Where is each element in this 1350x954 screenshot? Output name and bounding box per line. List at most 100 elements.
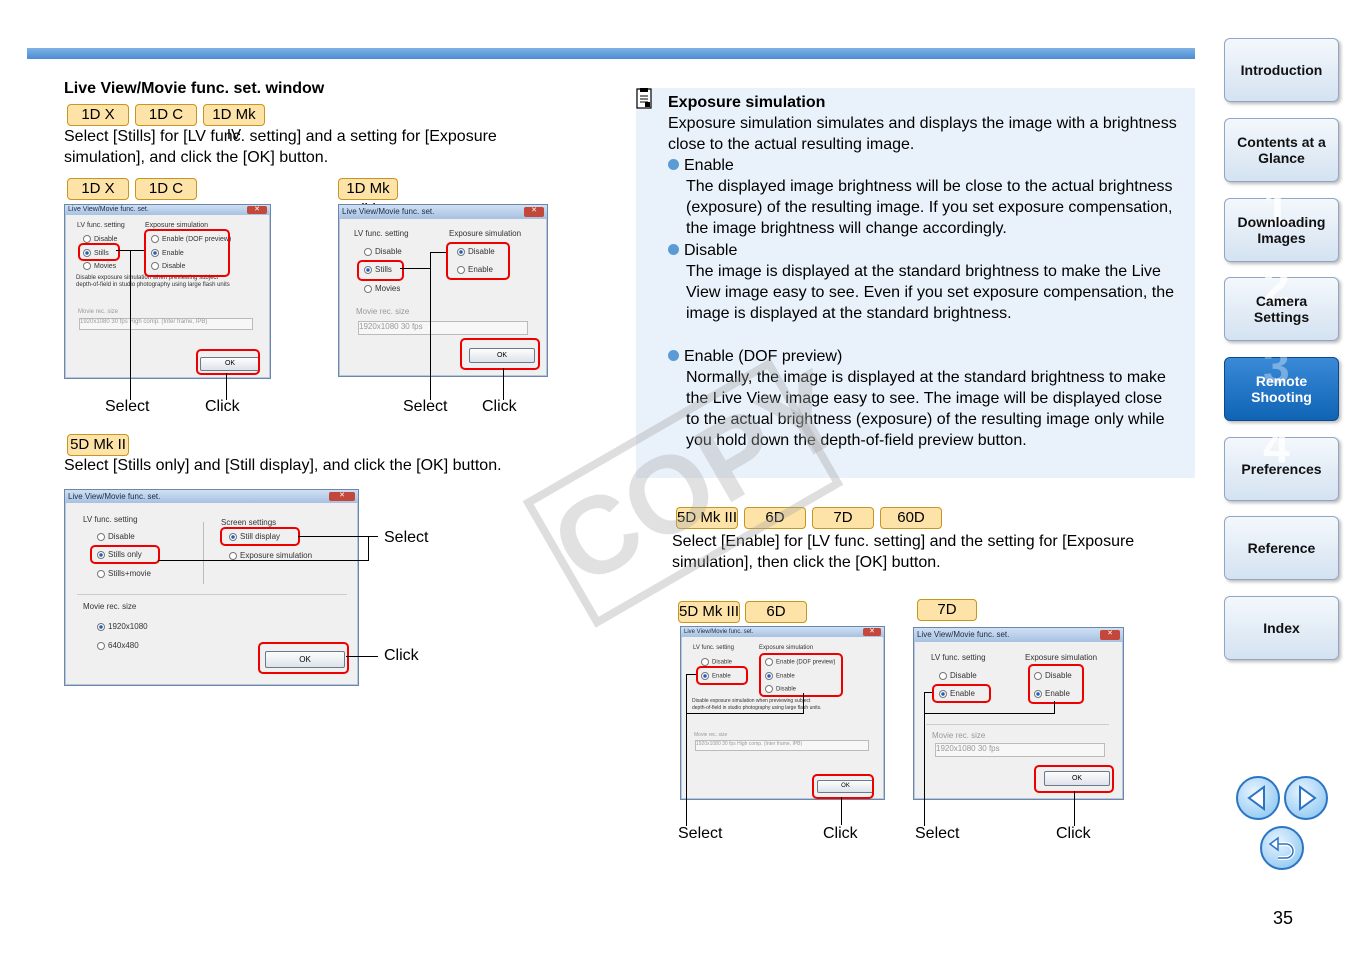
lv-label: LV func. setting [693, 645, 734, 651]
note-item-head: Enable (DOF preview) [668, 346, 842, 367]
leader-line [130, 250, 144, 251]
radio-movies[interactable]: Movies [83, 262, 116, 270]
close-icon[interactable]: ✕ [329, 492, 355, 501]
fig-a-badge-1dx: 1D X [67, 178, 129, 200]
highlight-exposure [144, 229, 230, 277]
caption-click: Click [205, 398, 240, 415]
close-icon[interactable]: ✕ [1100, 630, 1120, 640]
divider [926, 724, 1109, 725]
dialog-title: Live View/Movie func. set. [914, 628, 1123, 642]
dialog-title: Live View/Movie func. set. [65, 205, 270, 215]
instruction-text-2: Select [Stills only] and [Still display]… [64, 457, 502, 474]
movie-label: Movie rec. size [83, 602, 137, 611]
highlight-exposure [446, 242, 510, 280]
radio-disable[interactable]: Disable [701, 658, 732, 666]
leader-line [116, 250, 130, 251]
close-icon[interactable]: ✕ [247, 206, 267, 214]
return-button[interactable] [1260, 826, 1304, 870]
lv-label: LV func. setting [931, 653, 986, 662]
leader-line [226, 373, 227, 400]
movie-label: Movie rec. size [78, 309, 119, 315]
leader-line [298, 536, 378, 537]
nav-preferences[interactable]: 4 Preferences [1224, 421, 1339, 501]
highlight-ok [1034, 765, 1114, 793]
nav-downloading[interactable]: 1 Downloading Images [1224, 185, 1339, 262]
note-item-head: Disable [668, 240, 737, 261]
radio-disable[interactable]: Disable [83, 235, 117, 243]
highlight-stills [357, 260, 404, 281]
leader-line [1074, 791, 1075, 826]
radio-stills-movie[interactable]: Stills+movie [97, 569, 151, 578]
radio-640[interactable]: 640x480 [97, 641, 139, 650]
arrow-left-icon [1247, 785, 1265, 811]
nav-index[interactable]: Index [1224, 596, 1339, 660]
leader-line [400, 268, 430, 269]
exp-label: Exposure simulation [1025, 653, 1098, 662]
nav-reference[interactable]: Reference [1224, 516, 1339, 580]
exp-label: Exposure simulation [759, 645, 814, 651]
radio-1920[interactable]: 1920x1080 [97, 622, 148, 631]
chapter-number: 4 [1263, 421, 1290, 474]
movie-select[interactable]: 1920x1080 30 fps High comp. (Inter frame… [695, 740, 869, 751]
radio-disable[interactable]: Disable [364, 247, 402, 256]
highlight-enable [932, 684, 991, 703]
model-badge-1dc: 1D C [135, 104, 197, 126]
movie-label: Movie rec. size [694, 732, 728, 738]
divider [77, 594, 347, 595]
dialog-title: Live View/Movie func. set. [339, 205, 547, 219]
arrow-right-icon [1299, 785, 1317, 811]
radio-movies[interactable]: Movies [364, 284, 400, 293]
leader-line [803, 693, 804, 713]
leader-line [346, 656, 378, 657]
highlight-ok [460, 338, 540, 370]
note-intro: Exposure simulation simulates and displa… [668, 115, 1177, 153]
close-icon[interactable]: ✕ [863, 628, 881, 636]
highlight-still-display [220, 527, 300, 546]
leader-line [686, 713, 804, 714]
caption-click: Click [823, 825, 858, 842]
nav-remote-shooting[interactable]: 3 Remote Shooting [1224, 344, 1339, 421]
movie-select[interactable]: 1920x1080 30 fps High comp. (Inter frame… [79, 318, 253, 330]
highlight-stills [78, 243, 120, 261]
highlight-exposure [1028, 664, 1084, 704]
screen-label: Screen settings [221, 518, 277, 527]
caption-click: Click [384, 647, 419, 664]
model-badge-1dmk4: 1D Mk IV [203, 104, 265, 143]
model-badge-1dx: 1D X [67, 104, 129, 126]
leader-line [686, 674, 687, 826]
leader-line [686, 674, 696, 675]
movie-label: Movie rec. size [932, 731, 986, 740]
note-line-2: depth-of-field in studio photography usi… [76, 282, 230, 288]
note-item-body: The image is displayed at the standard b… [686, 263, 1174, 322]
highlight-enable [696, 666, 748, 685]
radio-exposure-sim[interactable]: Exposure simulation [229, 551, 312, 560]
bullet-icon [668, 350, 679, 361]
leader-line [924, 692, 932, 693]
movie-select[interactable]: 1920x1080 30 fps [935, 743, 1105, 757]
nav-introduction[interactable]: Introduction [1224, 38, 1339, 102]
close-icon[interactable]: ✕ [524, 207, 544, 217]
instruction-text-1: Select [Stills] for [LV func. setting] a… [64, 128, 497, 166]
fig-e-badge-7d: 7D [917, 599, 977, 621]
radio-disable[interactable]: Disable [939, 671, 977, 680]
leader-line [503, 368, 504, 400]
note-line-1: Disable exposure simulation when preview… [692, 698, 811, 704]
caption-select: Select [384, 529, 429, 546]
nav-camera-settings[interactable]: 2 Camera Settings [1224, 264, 1339, 341]
highlight-ok [258, 642, 349, 674]
lv-label: LV func. setting [77, 222, 125, 229]
fig-d-badge-6d: 6D [745, 601, 807, 623]
fig-b-badge-1dmk4: 1D Mk IV [338, 178, 398, 217]
note-item-head: Enable [668, 155, 734, 176]
bullet-icon [668, 244, 679, 255]
radio-disable[interactable]: Disable [97, 532, 135, 541]
leader-line [130, 250, 131, 400]
return-icon [1268, 836, 1295, 860]
prev-page-button[interactable] [1236, 776, 1280, 820]
lv-label: LV func. setting [83, 515, 138, 524]
next-page-button[interactable] [1284, 776, 1328, 820]
movie-select[interactable]: 1920x1080 30 fps [358, 321, 528, 335]
highlight-ok [196, 349, 260, 375]
nav-contents[interactable]: Contents at a Glance [1224, 118, 1339, 182]
exp-label: Exposure simulation [145, 222, 209, 229]
